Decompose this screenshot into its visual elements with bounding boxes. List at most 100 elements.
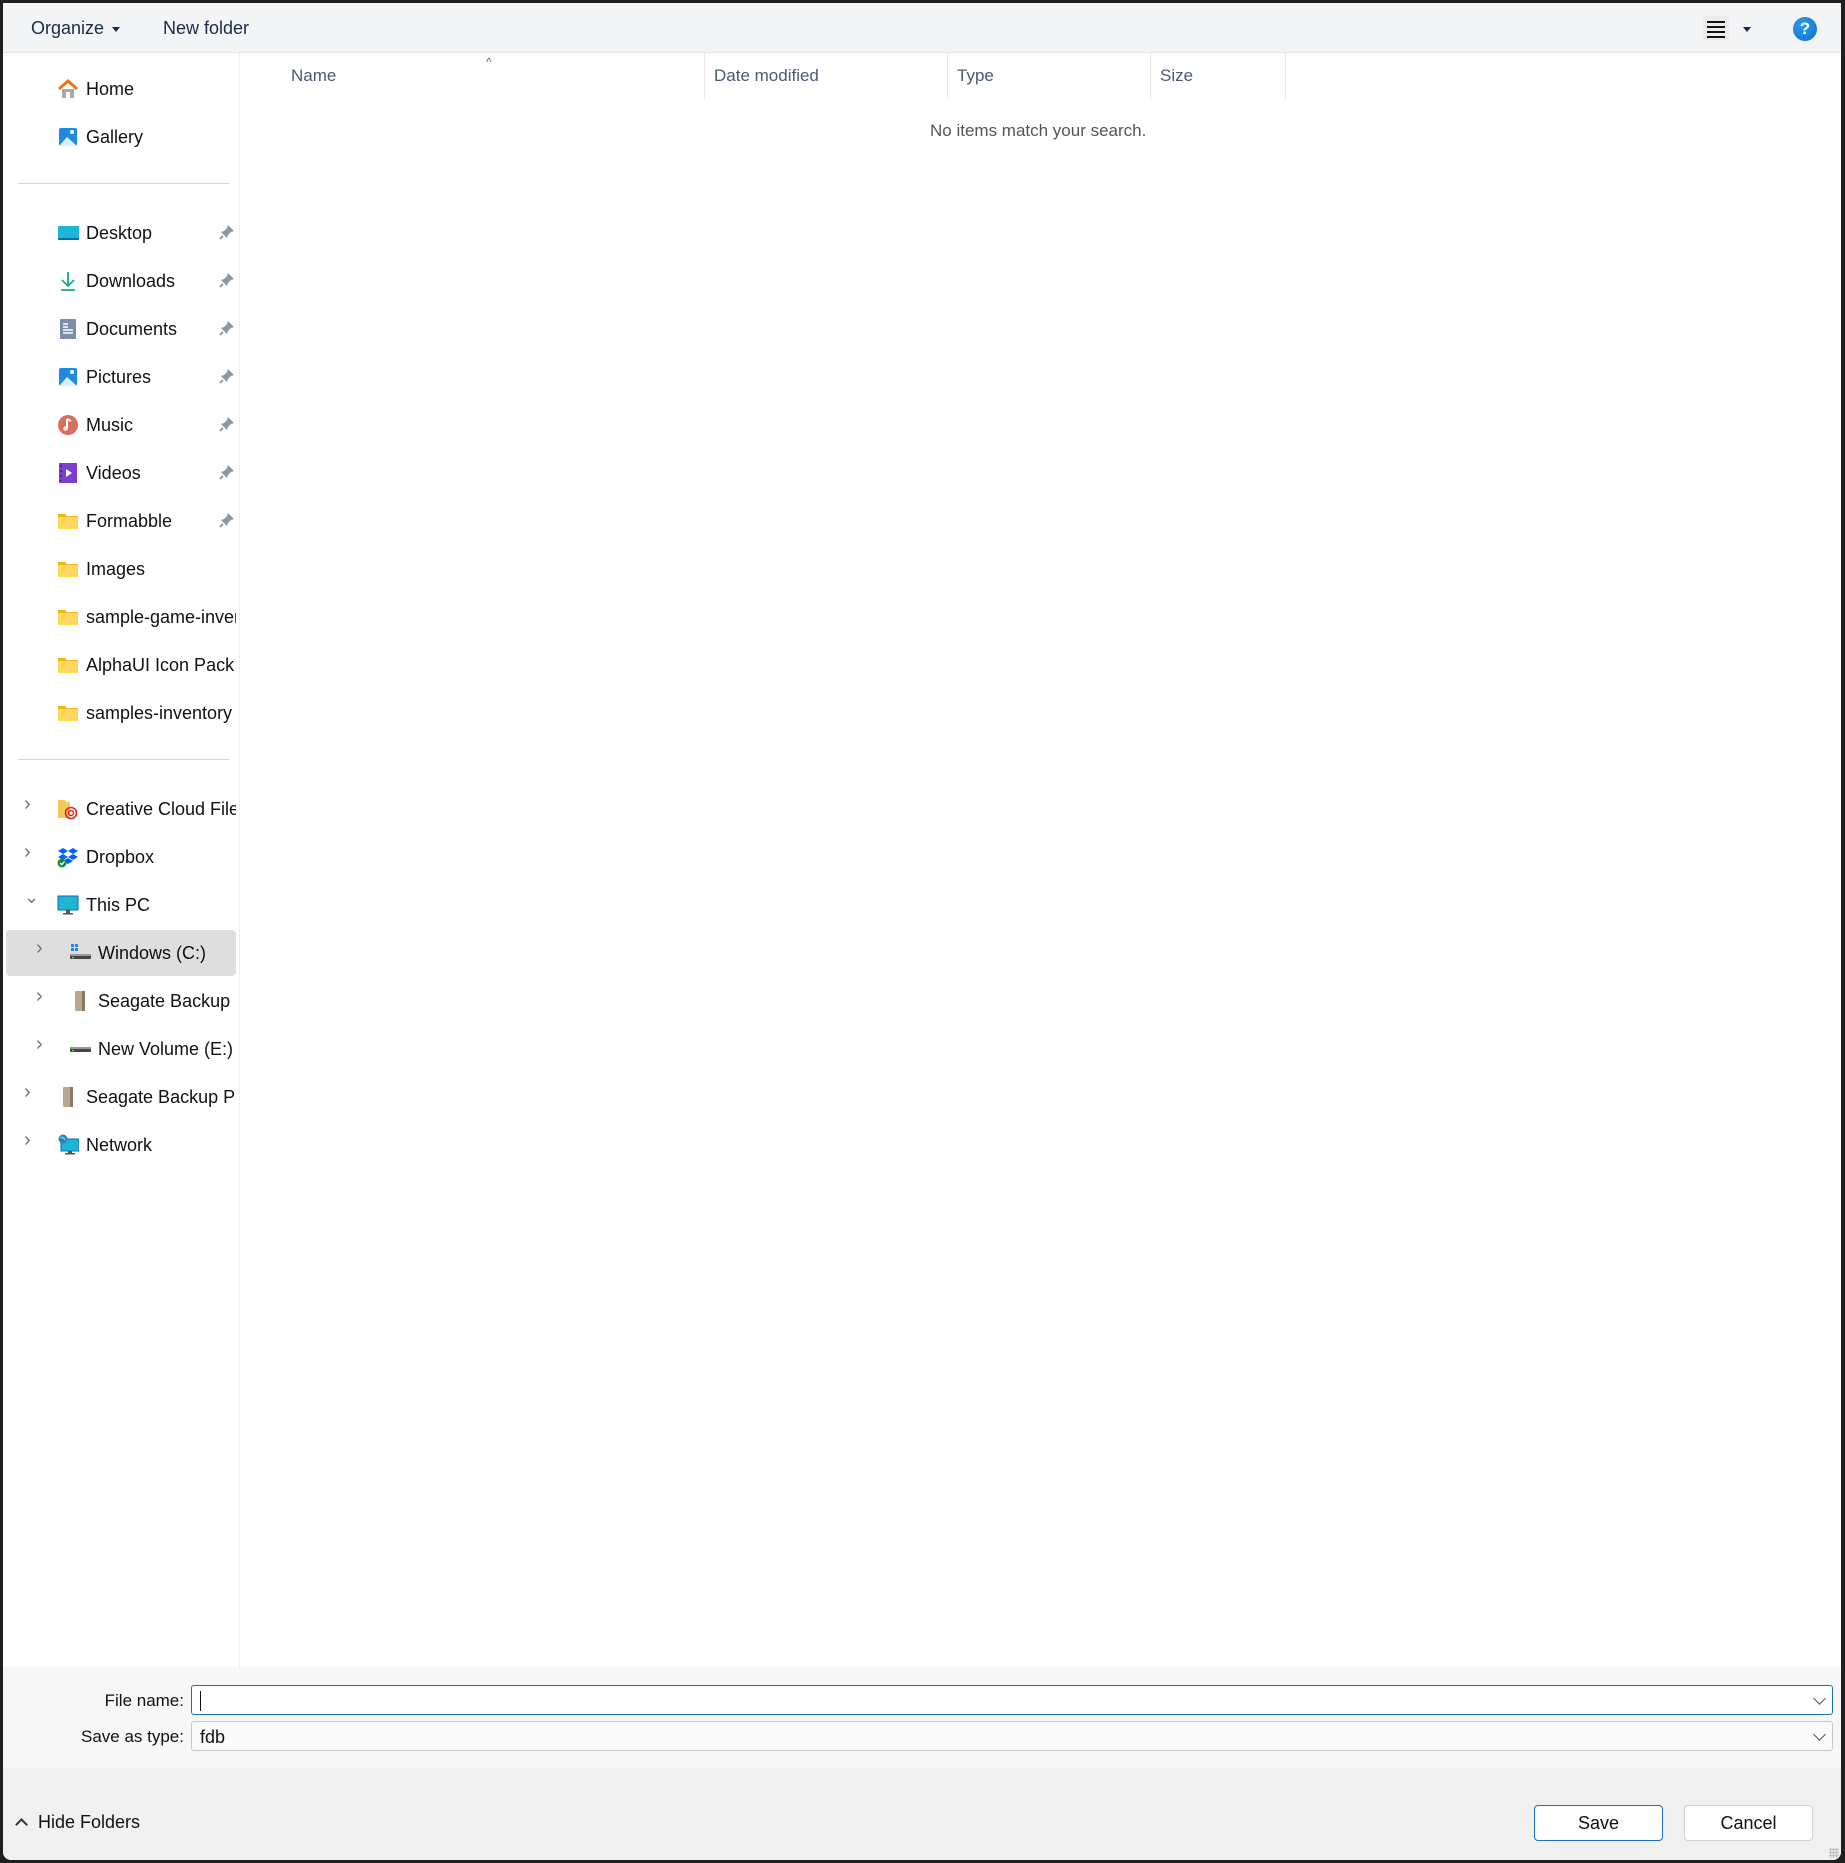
sidebar-item-label: Seagate Backup Plu [86,1087,236,1107]
sidebar-item-gallery[interactable]: Gallery [6,114,236,160]
chevron-down-icon[interactable] [1813,1692,1826,1705]
save-type-label: Save as type: [80,1727,184,1746]
caret-down-icon [112,26,121,32]
sidebar-item-home[interactable]: Home [6,66,236,112]
organize-button[interactable]: Organize [31,3,121,52]
sidebar-item-seagate-backup-plu[interactable]: › Seagate Backup Plu [6,1074,236,1120]
pin-icon [219,224,235,240]
sidebar-item-label: Windows (C:) [98,943,207,963]
sidebar-item-label: Music [86,415,134,435]
save-type-select[interactable]: fdb [191,1721,1833,1751]
videos-icon [57,462,79,484]
sidebar-item-label: sample-game-inver [86,607,236,627]
this-pc-icon [57,894,79,916]
chevron-right-icon[interactable]: › [24,842,34,862]
file-list[interactable]: Name ^ Date modified Type Size No items … [240,53,1841,1667]
new-folder-button[interactable]: New folder [163,3,249,52]
sidebar-item-label: Downloads [86,271,176,291]
sidebar-item-desktop[interactable]: Desktop [6,210,236,256]
pin-icon [219,416,235,432]
sidebar-item-formabble[interactable]: Formabble [6,498,236,544]
sidebar-item-new-volume-e[interactable]: › New Volume (E:) [6,1026,236,1072]
folder-icon [57,654,79,676]
pictures-icon [57,366,79,388]
save-button[interactable]: Save [1534,1805,1663,1841]
desktop-folder-icon [57,222,79,244]
sidebar-item-creative-cloud-files[interactable]: › Creative Cloud Files [6,786,236,832]
sidebar-item-label: Creative Cloud Files [86,799,236,819]
column-divider[interactable] [704,53,705,99]
pin-icon [219,512,235,528]
sidebar-item-label: Home [86,79,135,99]
sidebar-item-windows-c[interactable]: › Windows (C:) [6,930,236,976]
dialog-footer: Hide Folders Save Cancel [3,1768,1841,1860]
resize-grip[interactable] [1829,1848,1839,1858]
sidebar-item-downloads[interactable]: Downloads [6,258,236,304]
pin-icon [219,320,235,336]
file-name-label: File name: [104,1691,184,1710]
sidebar-item-alphaui-icon-pack-s[interactable]: AlphaUI Icon Pack S [6,642,236,688]
chevron-down-icon[interactable]: ⌄ [24,888,39,906]
creative-cloud-icon [57,798,79,820]
chevron-down-icon[interactable] [1813,1728,1826,1741]
chevron-right-icon[interactable]: › [24,794,34,814]
downloads-icon [57,270,79,292]
sidebar-item-label: samples-inventory [86,703,233,723]
column-divider[interactable] [1150,53,1151,99]
chevron-right-icon[interactable]: › [36,986,46,1006]
network-icon [57,1134,80,1156]
file-form: File name: Save as type: fdb [3,1667,1841,1768]
sidebar-item-label: Desktop [86,223,153,243]
sidebar-item-sample-game-inver[interactable]: sample-game-inver [6,594,236,640]
column-divider[interactable] [947,53,948,99]
folder-icon [57,606,79,628]
divider [18,183,229,184]
list-view-icon[interactable] [1703,16,1729,40]
sidebar-item-pictures[interactable]: Pictures [6,354,236,400]
sidebar-item-label: Pictures [86,367,152,387]
cancel-button[interactable]: Cancel [1684,1805,1813,1841]
sidebar-item-label: This PC [86,895,151,915]
sidebar-item-label: Formabble [86,511,173,531]
sidebar-item-label: Documents [86,319,178,339]
sidebar-item-music[interactable]: Music [6,402,236,448]
chevron-up-icon [15,1818,28,1831]
chevron-right-icon[interactable]: › [24,1130,34,1150]
sidebar-item-label: Videos [86,463,141,483]
empty-message: No items match your search. [930,121,1147,140]
windows-drive-icon [69,942,91,964]
navigation-pane[interactable]: Home Gallery Desktop Downloads Documents Pict… [3,53,240,1667]
chevron-right-icon[interactable]: › [36,938,46,958]
sidebar-item-documents[interactable]: Documents [6,306,236,352]
sidebar-item-network[interactable]: › Network [6,1122,236,1168]
column-divider[interactable] [1285,53,1286,99]
sidebar-item-this-pc[interactable]: ⌄ This PC [6,882,236,928]
help-icon[interactable]: ? [1793,17,1817,41]
sidebar-item-images[interactable]: Images [6,546,236,592]
chevron-right-icon[interactable]: › [36,1034,46,1054]
external-drive-icon [69,990,91,1012]
sidebar-item-videos[interactable]: Videos [6,450,236,496]
external-drive-icon [57,1086,79,1108]
sidebar-item-dropbox[interactable]: › Dropbox [6,834,236,880]
gallery-icon [57,126,79,148]
sidebar-item-samples-inventory[interactable]: samples-inventory [6,690,236,736]
drive-icon [69,1038,91,1060]
documents-icon [57,318,79,340]
column-header-date-modified[interactable]: Date modified [714,53,819,99]
sidebar-item-label: Images [86,559,146,579]
folder-icon [57,702,79,724]
sidebar-item-label: Seagate Backup Pl [98,991,236,1011]
file-name-input[interactable] [191,1685,1833,1715]
column-header-type[interactable]: Type [957,53,994,99]
sidebar-item-label: Network [86,1135,153,1155]
view-options-dropdown[interactable] [1743,27,1751,32]
divider [18,759,229,760]
pin-icon [219,368,235,384]
sidebar-item-seagate-backup-pl[interactable]: › Seagate Backup Pl [6,978,236,1024]
organize-label: Organize [31,18,105,38]
chevron-right-icon[interactable]: › [24,1082,34,1102]
column-header-size[interactable]: Size [1160,53,1193,99]
hide-folders-button[interactable]: Hide Folders [15,1812,140,1833]
column-header-name[interactable]: Name [291,53,336,99]
